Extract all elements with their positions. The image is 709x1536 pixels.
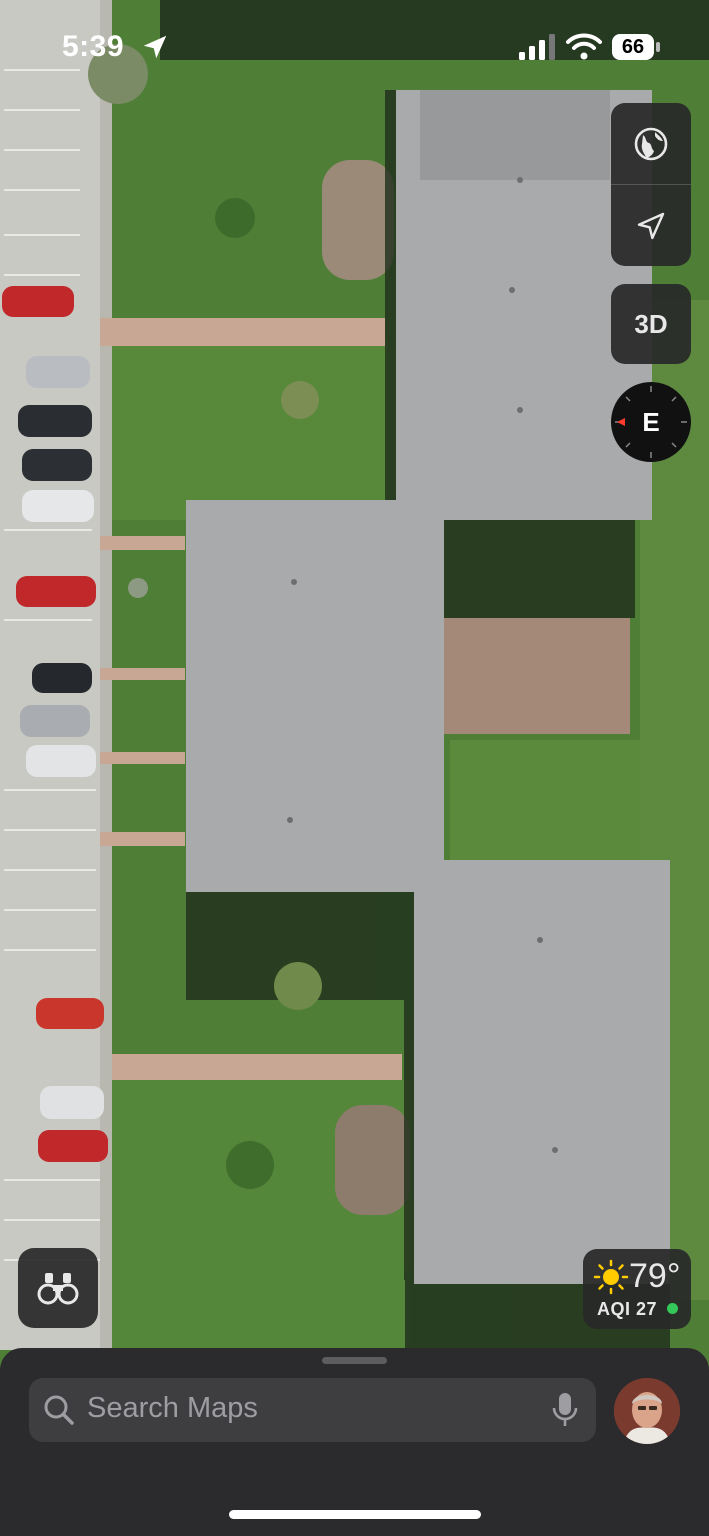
account-avatar[interactable] [614,1378,680,1444]
weather-widget[interactable]: 79° AQI 27 [583,1249,691,1329]
weather-temperature: 79° [629,1257,681,1295]
look-around-button[interactable] [18,1248,98,1328]
compass-button[interactable]: E [611,382,691,462]
wifi-icon [566,33,602,60]
current-location-button[interactable] [611,185,691,266]
home-indicator[interactable] [229,1510,481,1519]
search-icon [44,1395,74,1425]
microphone-icon[interactable] [551,1392,579,1428]
sun-icon [593,1259,629,1295]
status-time: 5:39 [62,30,125,63]
search-sheet[interactable]: Search Maps [0,1348,709,1536]
search-field[interactable]: Search Maps [29,1378,596,1442]
aqi-status-dot [667,1303,678,1314]
map-controls [611,103,691,266]
search-placeholder: Search Maps [87,1392,258,1424]
globe-icon [634,127,668,160]
cellular-signal-icon [519,34,555,60]
location-services-icon [143,35,167,59]
battery-level: 66 [612,34,654,60]
location-arrow-icon [637,212,665,239]
battery-indicator: 66 [612,34,660,60]
user-photo-icon [614,1378,680,1444]
binoculars-icon [37,1273,79,1305]
roof-middle [186,500,444,892]
map-mode-button[interactable] [611,103,691,184]
roof-south [414,860,670,1284]
compass-heading: E [642,407,660,437]
3d-view-button[interactable]: 3D [611,284,691,364]
status-bar: 5:39 66 [0,0,709,90]
air-quality-index: AQI 27 [597,1299,658,1319]
sheet-grabber[interactable] [322,1357,387,1364]
